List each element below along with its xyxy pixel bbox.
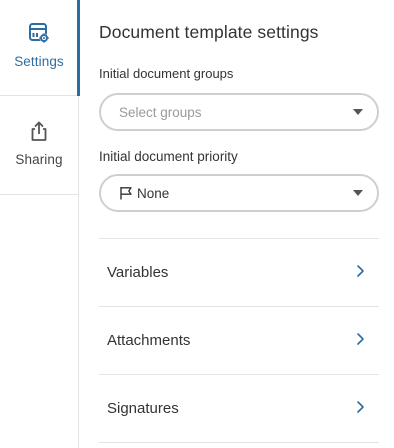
variables-label: Variables (107, 263, 169, 281)
priority-label: Initial document priority (99, 149, 238, 164)
share-upload-icon (31, 121, 47, 141)
caret-down-icon (353, 190, 363, 196)
sidebar: Settings Sharing (0, 0, 80, 448)
chevron-right-icon (357, 265, 364, 277)
groups-select[interactable]: Select groups (99, 93, 379, 131)
attachments-label: Attachments (107, 331, 191, 349)
sidebar-item-label: Settings (14, 54, 64, 69)
signatures-row[interactable]: Signatures (99, 374, 379, 442)
caret-down-icon (353, 109, 363, 115)
sidebar-item-settings[interactable]: Settings (0, 0, 80, 96)
priority-select-value: None (137, 185, 170, 201)
priority-select[interactable]: None (99, 174, 379, 212)
groups-label: Initial document groups (99, 68, 234, 81)
attachments-row[interactable]: Attachments (99, 306, 379, 374)
divider (99, 442, 379, 443)
sidebar-item-sharing[interactable]: Sharing (0, 96, 78, 195)
flag-icon (120, 187, 132, 200)
groups-label-clip: Initial document groups (99, 68, 379, 82)
signatures-label: Signatures (107, 399, 179, 417)
chevron-right-icon (357, 401, 364, 413)
sidebar-item-label: Sharing (15, 152, 63, 167)
groups-select-placeholder: Select groups (119, 104, 202, 120)
settings-doc-gear-icon (29, 23, 49, 43)
variables-row[interactable]: Variables (99, 238, 379, 306)
chevron-right-icon (357, 333, 364, 345)
settings-panel: Document template settings Initial docum… (80, 0, 394, 448)
page-title: Document template settings (99, 22, 319, 42)
